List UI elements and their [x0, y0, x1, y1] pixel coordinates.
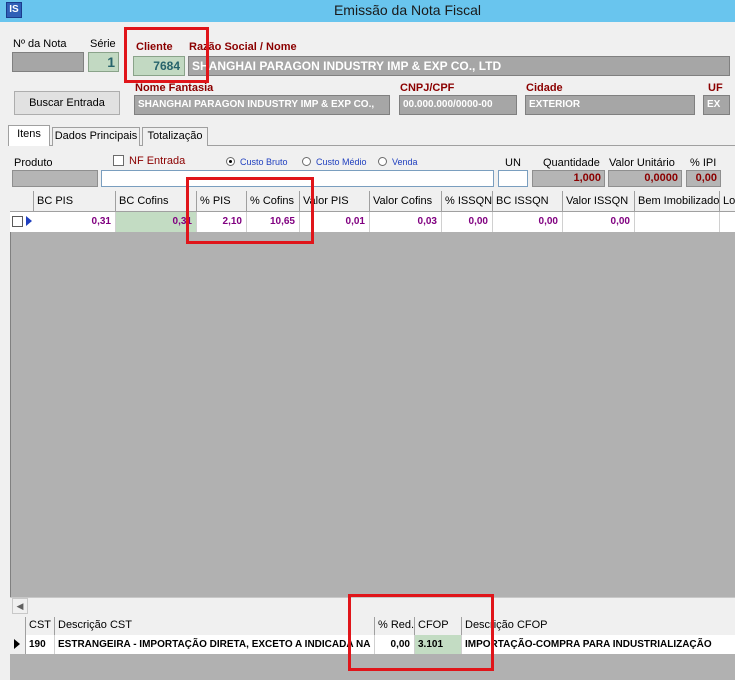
window-title: Emissão da Nota Fiscal — [333, 2, 482, 18]
col-cst[interactable]: CST — [26, 617, 55, 635]
un-label: UN — [505, 157, 521, 169]
nf-number-field[interactable] — [12, 52, 84, 72]
cnpj-field[interactable]: 00.000.000/0000-00 — [399, 95, 517, 115]
cell-bc-cofins[interactable]: 0,31 — [116, 212, 197, 232]
col-bc-cofins[interactable]: BC Cofins — [116, 191, 197, 212]
cnpj-label: CNPJ/CPF — [400, 82, 455, 94]
col-valor-cofins[interactable]: Valor Cofins — [370, 191, 442, 212]
fantasia-label: Nome Fantasia — [135, 82, 214, 94]
row-pointer-icon — [26, 216, 32, 226]
col-valor-issqn[interactable]: Valor ISSQN — [563, 191, 635, 212]
cell-valor-cofins[interactable]: 0,03 — [370, 212, 442, 232]
cell-bem-imobilizado[interactable] — [635, 212, 720, 232]
venda-radio[interactable] — [378, 157, 387, 166]
ipi-label: % IPI — [690, 157, 717, 169]
uf-label: UF — [708, 82, 723, 94]
nf-label: Nº da Nota — [13, 38, 67, 50]
ipi-field[interactable]: 0,00 — [686, 170, 721, 187]
cell-descricao-cfop[interactable]: IMPORTAÇÃO-COMPRA PARA INDUSTRIALIZAÇÃO — [462, 635, 735, 654]
valor-unitario-field[interactable]: 0,0000 — [608, 170, 682, 187]
produto-code-field[interactable] — [12, 170, 98, 187]
row-pointer-icon — [14, 639, 20, 649]
scroll-left-icon[interactable]: ◀ — [12, 598, 28, 614]
col-bc-issqn[interactable]: BC ISSQN — [493, 191, 563, 212]
serie-label: Série — [90, 38, 116, 50]
col-lo[interactable]: Lo — [720, 191, 735, 212]
highlight-cliente — [124, 27, 209, 83]
custo-bruto-label: Custo Bruto — [240, 157, 288, 167]
quantidade-label: Quantidade — [543, 157, 600, 169]
custo-medio-radio[interactable] — [302, 157, 311, 166]
serie-field[interactable]: 1 — [88, 52, 119, 72]
venda-label: Venda — [392, 157, 418, 167]
valor-unitario-label: Valor Unitário — [609, 157, 675, 169]
buscar-entrada-button[interactable]: Buscar Entrada — [14, 91, 120, 115]
cell-bc-issqn[interactable]: 0,00 — [493, 212, 563, 232]
cidade-field[interactable]: EXTERIOR — [525, 95, 695, 115]
custo-bruto-radio[interactable] — [226, 157, 235, 166]
col-bem-imobilizado[interactable]: Bem Imobilizado — [635, 191, 720, 212]
col-pct-issqn[interactable]: % ISSQN — [442, 191, 493, 212]
cell-bc-pis[interactable]: 0,31 — [34, 212, 116, 232]
cell-valor-issqn[interactable]: 0,00 — [563, 212, 635, 232]
nome-fantasia-field[interactable]: SHANGHAI PARAGON INDUSTRY IMP & EXP CO., — [134, 95, 390, 115]
cell-cst[interactable]: 190 — [26, 635, 55, 654]
custo-medio-label: Custo Médio — [316, 157, 367, 167]
col-descricao-cst[interactable]: Descrição CST — [55, 617, 375, 635]
cst-indicator-header — [10, 617, 26, 635]
items-grid[interactable] — [10, 191, 735, 597]
cell-pct-issqn[interactable]: 0,00 — [442, 212, 493, 232]
tab-itens[interactable]: Itens — [8, 125, 50, 146]
row-checkbox[interactable] — [12, 216, 23, 227]
cell-descricao-cst[interactable]: ESTRANGEIRA - IMPORTAÇÃO DIRETA, EXCETO … — [55, 635, 375, 654]
highlight-cfop — [348, 594, 494, 671]
highlight-pis-cofins — [186, 177, 314, 244]
produto-label: Produto — [14, 157, 53, 169]
tab-dados-principais[interactable]: Dados Principais — [52, 127, 140, 146]
quantidade-field[interactable]: 1,000 — [532, 170, 605, 187]
tab-totalizacao[interactable]: Totalização — [142, 127, 208, 146]
grid-indicator-header — [10, 191, 34, 212]
nf-entrada-label: NF Entrada — [129, 155, 186, 167]
col-descricao-cfop[interactable]: Descrição CFOP — [462, 617, 735, 635]
uf-field[interactable]: EX — [703, 95, 730, 115]
nf-entrada-checkbox[interactable] — [113, 155, 124, 166]
razao-social-field[interactable]: SHANGHAI PARAGON INDUSTRY IMP & EXP CO.,… — [188, 56, 730, 76]
col-bc-pis[interactable]: BC PIS — [34, 191, 116, 212]
cidade-label: Cidade — [526, 82, 563, 94]
un-field[interactable] — [498, 170, 528, 187]
